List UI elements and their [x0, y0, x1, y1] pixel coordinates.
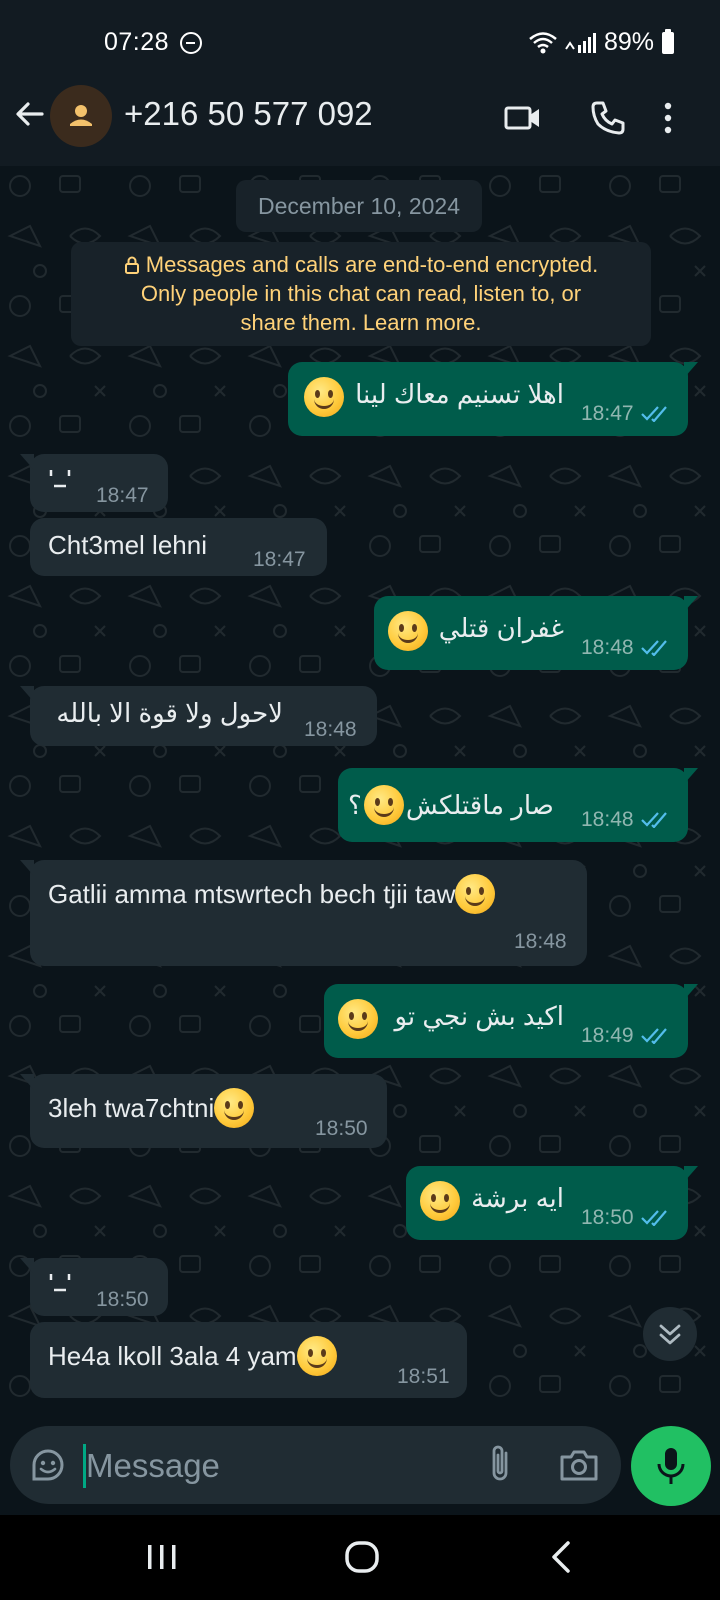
status-bar: 07:28 89% [0, 0, 720, 82]
message-bubble-incoming[interactable]: 3leh twa7chtni 18:50 [20, 1074, 387, 1148]
smiling-face-emoji [388, 611, 428, 651]
message-text: Gatlii amma mtswrtech bech tjii taw [48, 878, 456, 909]
deleted-message-glyph [49, 1274, 71, 1292]
message-time: 18:47 [96, 484, 149, 507]
date-chip: December 10, 2024 [236, 180, 482, 232]
message-text: 3leh twa7chtni [48, 1092, 215, 1123]
encryption-line-2: Only people in this chat can read, liste… [140, 281, 582, 306]
message-text: صار ماقتلكش [405, 789, 554, 820]
message-bubble-incoming[interactable]: He4a lkoll 3ala 4 yam 18:51 [30, 1322, 467, 1398]
message-time: 18:51 [397, 1365, 450, 1388]
status-indicators: 89% [528, 28, 674, 57]
sticker-icon[interactable] [28, 1445, 68, 1485]
smiling-face-emoji [363, 785, 404, 825]
battery-icon [662, 28, 674, 54]
message-bubble-incoming[interactable]: Cht3mel lehni 18:47 [30, 518, 327, 576]
message-composer[interactable] [10, 1426, 621, 1504]
message-text-row: 3leh twa7chtni [48, 1088, 255, 1128]
back-arrow-icon[interactable] [12, 96, 48, 132]
more-options-icon[interactable] [662, 98, 674, 138]
message-bubble-incoming[interactable]: لاحول ولا قوة الا بالله 18:48 [20, 686, 377, 746]
wifi-icon [529, 31, 557, 53]
message-text: لاحول ولا قوة الا بالله [56, 698, 283, 728]
double-check-icon [641, 406, 667, 422]
do-not-disturb-icon [180, 32, 202, 54]
deleted-message-glyph [49, 470, 71, 488]
smiling-face-emoji [296, 1336, 337, 1376]
system-nav-bar [0, 1515, 720, 1600]
message-bubble-outgoing[interactable]: ايه برشة 18:50 [406, 1166, 698, 1240]
encryption-line-1: Messages and calls are end-to-end encryp… [85, 250, 637, 279]
smiling-face-emoji [338, 999, 378, 1039]
avatar-person-icon [70, 105, 92, 126]
double-check-icon [641, 812, 667, 828]
message-time: 18:48 [581, 636, 634, 659]
message-time: 18:48 [304, 718, 357, 741]
message-text-row: He4a lkoll 3ala 4 yam [48, 1336, 337, 1376]
mic-icon [657, 1448, 685, 1484]
signal-icon [565, 32, 596, 53]
scroll-down-button[interactable] [643, 1307, 697, 1361]
nav-back-icon[interactable] [540, 1535, 584, 1579]
mic-button[interactable] [631, 1426, 711, 1506]
message-input[interactable] [86, 1444, 466, 1488]
status-time: 07:28 [104, 28, 170, 56]
message-time: 18:50 [315, 1117, 368, 1140]
contact-name[interactable]: +216 50 577 092 [124, 95, 373, 133]
message-bubble-outgoing[interactable]: صار ماقتلكش ؟ 18:48 [338, 768, 698, 842]
encryption-notice[interactable]: Messages and calls are end-to-end encryp… [71, 242, 651, 346]
message-time: 18:48 [581, 808, 634, 831]
message-text-row: Gatlii amma mtswrtech bech tjii taw [48, 874, 496, 914]
message-text-row: صار ماقتلكش ؟ [348, 785, 554, 825]
message-bubble-outgoing[interactable]: اكيد بش نجي تو 18:49 [324, 984, 698, 1058]
message-text: اهلا تسنيم معاك لينا [355, 379, 564, 409]
message-text: اكيد بش نجي تو [394, 1001, 564, 1031]
message-text: غفران قتلي [438, 613, 564, 643]
message-text-suffix: ؟ [348, 789, 362, 820]
attach-icon[interactable] [480, 1443, 520, 1487]
chat-area[interactable]: December 10, 2024 Messages and calls are… [0, 166, 720, 1415]
message-time: 18:47 [581, 402, 634, 425]
message-bubble-outgoing[interactable]: غفران قتلي 18:48 [374, 596, 698, 670]
input-bar [0, 1415, 720, 1515]
smiling-face-emoji [304, 377, 344, 417]
message-bubble-incoming[interactable]: Gatlii amma mtswrtech bech tjii taw 18:4… [20, 860, 587, 966]
message-text: He4a lkoll 3ala 4 yam [48, 1340, 297, 1371]
message-text: Cht3mel lehni [48, 530, 207, 560]
battery-level: 89% [603, 28, 654, 56]
encryption-line-3: share them. Learn more. [240, 310, 482, 335]
avatar[interactable] [50, 85, 112, 147]
video-call-icon[interactable] [503, 98, 543, 138]
camera-icon[interactable] [558, 1445, 600, 1485]
message-text: ايه برشة [471, 1183, 564, 1213]
message-bubble-incoming[interactable]: 18:50 [20, 1258, 168, 1316]
home-icon[interactable] [340, 1535, 384, 1579]
message-time: 18:48 [514, 930, 567, 953]
double-check-icon [641, 1028, 667, 1044]
message-time: 18:49 [581, 1024, 634, 1047]
double-check-icon [641, 640, 667, 656]
lock-icon [124, 256, 139, 274]
recents-icon[interactable] [140, 1535, 184, 1579]
scroll-down-icon [659, 1324, 681, 1345]
chat-header: +216 50 577 092 [0, 82, 720, 166]
double-check-icon [641, 1210, 667, 1226]
smiling-face-emoji [420, 1181, 460, 1221]
message-bubble-outgoing[interactable]: اهلا تسنيم معاك لينا 18:47 [288, 362, 698, 436]
smiling-face-emoji [214, 1088, 255, 1128]
message-bubble-incoming[interactable]: 18:47 [20, 454, 168, 512]
message-time: 18:50 [581, 1206, 634, 1229]
smiling-face-emoji [455, 874, 496, 914]
message-time: 18:47 [253, 548, 306, 571]
message-time: 18:50 [96, 1288, 149, 1311]
voice-call-icon[interactable] [588, 98, 628, 138]
